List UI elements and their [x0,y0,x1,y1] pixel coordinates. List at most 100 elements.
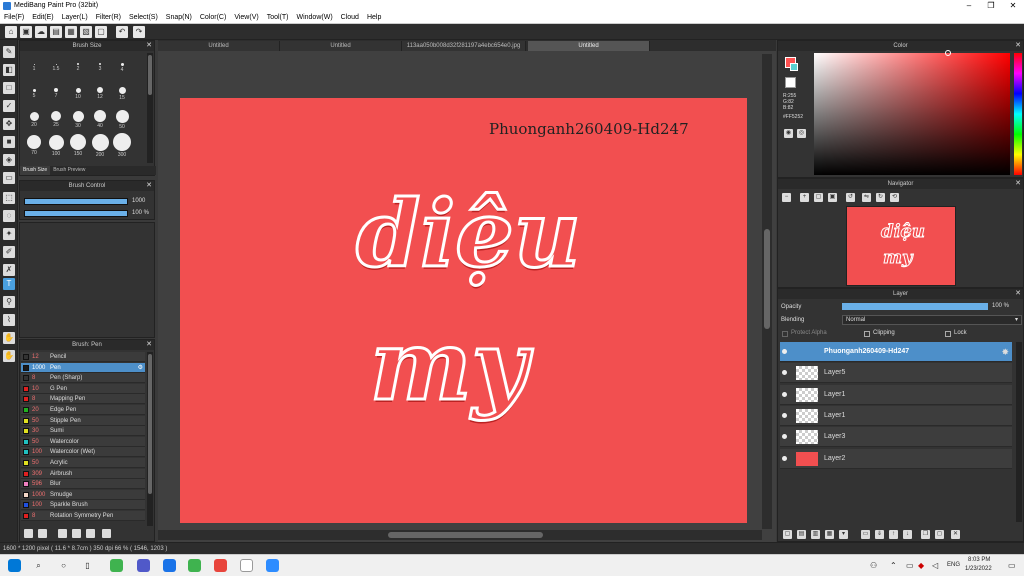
lasso-tool-icon[interactable]: ◌ [3,210,15,222]
brush-size-option[interactable]: 1 [24,55,44,72]
saturation-value-picker[interactable] [814,53,1010,175]
scrollbar[interactable] [1016,342,1022,522]
navigator-preview[interactable]: diệu my [846,206,956,286]
brush-list-item[interactable]: 309 Airbrush [21,468,145,479]
brush-size-option[interactable]: 20 [24,107,44,128]
rotate-left-icon[interactable]: ↺ [846,193,855,202]
eye-icon[interactable] [782,412,787,418]
clear-layer-icon[interactable]: ◻ [935,530,944,539]
text-tool-icon[interactable]: T [3,278,15,290]
layer-row[interactable]: Layer5 [780,363,1012,384]
gear-icon[interactable]: ⚙ [138,363,143,373]
hand-tool-icon[interactable]: ✋ [3,332,15,344]
brush-size-slider[interactable] [24,198,128,205]
select-icon[interactable]: ▢ [95,26,107,38]
eyedropper-tool-icon[interactable]: ⌇ [3,314,15,326]
edge-icon[interactable] [163,559,176,572]
clock-time[interactable]: 8:03 PM [968,557,990,563]
tray-icon[interactable]: ▭ [906,561,914,570]
brush-size-option[interactable]: 7 [46,81,66,99]
input-language[interactable]: ENG [947,562,960,568]
close-window-button[interactable]: ✕ [1002,0,1024,12]
brush-list-item[interactable]: 100 Sparkle Brush [21,500,145,511]
zoom-out-icon[interactable]: − [782,193,791,202]
filter-icon[interactable]: ▧ [80,26,92,38]
notification-icon[interactable]: ▭ [1008,561,1016,570]
close-icon[interactable]: ✕ [1015,179,1021,189]
close-icon[interactable]: ✕ [146,41,152,51]
grid-icon[interactable]: ▦ [65,26,77,38]
palette-icon[interactable]: ◉ [784,129,793,138]
close-icon[interactable]: ✕ [1015,289,1021,299]
bucket-tool-icon[interactable]: ◈ [3,154,15,166]
minimize-button[interactable]: – [958,0,980,12]
copy-brush-icon[interactable] [58,529,67,538]
color-picker-icon[interactable]: ◎ [797,129,806,138]
brush-list-item[interactable]: 50 Stipple Pen [21,415,145,426]
brush-size-option[interactable]: 12 [90,81,110,100]
cloud-icon[interactable]: ☁ [35,26,47,38]
new-layer-icon[interactable]: ▢ [783,530,792,539]
lock-checkbox[interactable] [945,331,951,337]
layer-row[interactable]: Phuonganh260409-Hd247 ✸ [780,342,1012,362]
fit-icon[interactable]: ▢ [814,193,823,202]
brush-list-item[interactable]: 12 Pencil [21,352,145,362]
select-tool-icon[interactable]: ⬚ [3,192,15,204]
import-brush-icon[interactable] [72,529,81,538]
task-view-icon[interactable]: ▯ [81,559,94,572]
move-down-icon[interactable]: ↓ [903,530,912,539]
reset-rotation-icon[interactable]: ⟲ [890,193,899,202]
rotate-right-icon[interactable]: ↻ [876,193,885,202]
clock-date[interactable]: 1/23/2022 [965,566,992,572]
layer-row[interactable]: Layer2 [780,448,1012,469]
brush-list-item[interactable]: 20 Edge Pen [21,405,145,415]
fill-rect-tool-icon[interactable]: ■ [3,136,15,148]
tab-brush-preview[interactable]: Brush Preview [50,166,88,175]
tab-brush-size[interactable]: Brush Size [20,166,51,175]
brush-list-item[interactable]: 1000 Pen ⚙ [21,362,145,373]
drawing-canvas[interactable]: Phuonganh260409-Hd247 diệu my [180,98,747,523]
layer-row[interactable]: Layer3 [780,427,1012,448]
brush-size-option[interactable]: 100 [46,133,66,157]
eraser-tool-icon[interactable]: ◧ [3,64,15,76]
flip-icon[interactable]: ⇋ [862,193,871,202]
menu-file[interactable]: File(F) [0,12,28,24]
eye-icon[interactable] [782,349,787,354]
move-up-icon[interactable]: ↑ [889,530,898,539]
brush-size-option[interactable]: 200 [90,133,110,158]
search-icon[interactable]: ⌕ [32,559,45,572]
antivirus-icon[interactable]: ◆ [918,561,924,570]
brush-list-item[interactable]: 50 Watercolor [21,436,145,447]
brush-size-option[interactable]: 15 [112,81,132,101]
people-icon[interactable]: ⚇ [870,561,877,570]
actual-size-icon[interactable]: ▣ [828,193,837,202]
brush-list-item[interactable]: 8 Rotation Symmetry Pen [21,511,145,521]
brush-size-option[interactable]: 70 [24,133,44,156]
brush-size-option[interactable]: 50 [112,107,132,130]
brush-list-item[interactable]: 10 G Pen [21,383,145,394]
vertical-scrollbar[interactable] [762,54,772,529]
brush-list-item[interactable]: 30 Sumi [21,426,145,437]
brush-size-option[interactable]: 40 [90,107,110,129]
tab-untitled-active[interactable]: Untitled [528,41,650,51]
brush-size-option[interactable]: 25 [46,107,66,128]
app-icon[interactable] [110,559,123,572]
chevron-up-icon[interactable]: ⌃ [890,561,897,570]
new-8bit-layer-icon[interactable]: ▥ [811,530,820,539]
select-eraser-tool-icon[interactable]: ✗ [3,264,15,276]
layer-row[interactable]: Layer1 [780,405,1012,426]
layer-row[interactable]: Layer1 [780,384,1012,405]
select-pen-tool-icon[interactable]: ✐ [3,246,15,258]
zoom-tool-icon[interactable]: ✋ [3,350,15,362]
layers-icon[interactable]: ▤ [50,26,62,38]
brush-list-item[interactable]: 8 Pen (Sharp) [21,373,145,384]
menu-window[interactable]: Window(W) [292,12,336,24]
menu-help[interactable]: Help [363,12,385,24]
close-icon[interactable]: ✕ [146,340,152,350]
cortana-icon[interactable]: ○ [57,559,70,572]
eye-icon[interactable] [782,434,787,440]
gradient-tool-icon[interactable]: ▭ [3,172,15,184]
brush-list-item[interactable]: 100 Watercolor (Wet) [21,447,145,458]
eye-icon[interactable] [782,455,787,461]
redo-icon[interactable]: ↷ [133,26,145,38]
